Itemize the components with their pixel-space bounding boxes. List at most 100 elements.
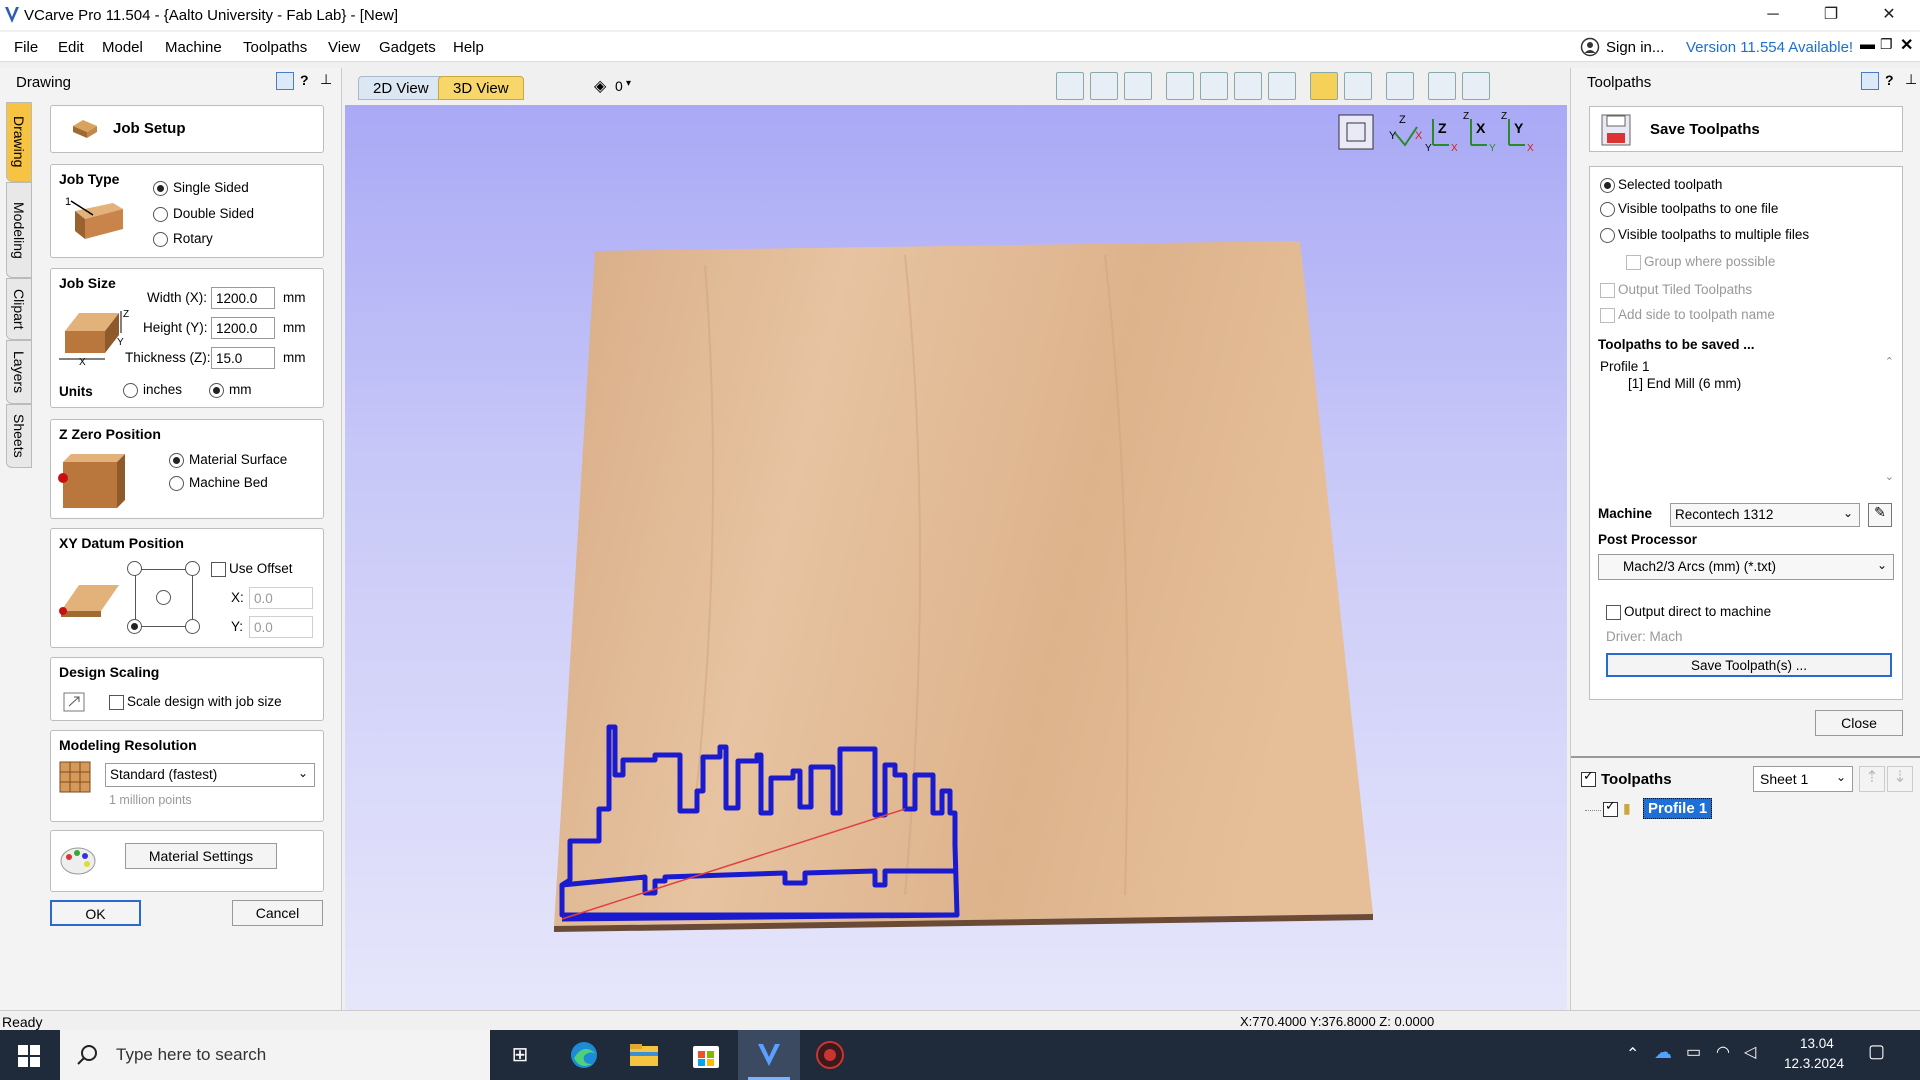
onedrive-icon[interactable]: ☁ [1654,1042,1672,1063]
render-icon[interactable] [1386,72,1414,100]
view-orientation-controls[interactable]: Z Y X Z X Y X Z Y Z Y X [1338,111,1534,154]
tab-layers[interactable]: Layers [6,340,32,404]
zoom-selection-icon[interactable] [1268,72,1296,100]
scale-design-checkbox[interactable] [109,695,124,710]
close-button[interactable]: Close [1815,710,1903,736]
restore-button[interactable]: ❐ [1802,0,1860,30]
clock-date[interactable]: 12.3.2024 [1784,1056,1844,1071]
save-toolpaths-button[interactable]: Save Toolpath(s) ... [1606,653,1892,677]
iso-view-axes[interactable] [1394,126,1418,147]
resolution-select[interactable]: Standard (fastest) ⌄ [105,763,315,787]
tab-drawing[interactable]: Drawing [6,102,32,182]
datum-center-radio[interactable] [156,590,171,605]
mdi-restore-icon[interactable]: ❐ [1880,36,1893,53]
menu-gadgets[interactable]: Gadgets [379,39,436,56]
edit-machine-icon[interactable]: ✎ [1868,503,1892,527]
version-available-link[interactable]: Version 11.554 Available! [1686,39,1853,56]
tab-3d-view[interactable]: 3D View [438,76,524,100]
clock-time[interactable]: 13.04 [1800,1036,1834,1051]
height-input[interactable] [211,317,275,339]
mdi-close-icon[interactable]: ✕ [1900,35,1913,55]
to-be-saved-list[interactable]: Profile 1 [1] End Mill (6 mm) ⌃ ⌄ [1598,355,1894,483]
split-horizontal-icon[interactable] [1428,72,1456,100]
shading-dropdown-icon[interactable]: ▾ [626,78,631,89]
add-side-checkbox[interactable] [1600,308,1615,323]
split-vertical-icon[interactable] [1462,72,1490,100]
job-type-single-radio[interactable] [153,181,168,196]
material-settings-button[interactable]: Material Settings [125,843,277,869]
z-zero-bed-radio[interactable] [169,476,184,491]
menu-file[interactable]: File [14,39,38,56]
menu-edit[interactable]: Edit [58,39,84,56]
app-red-circle-icon[interactable] [812,1038,848,1072]
sign-in-link[interactable]: Sign in... [1606,39,1664,56]
vcarve-taskbar-button[interactable] [738,1030,800,1080]
panel-auto-hide-icon[interactable] [1861,72,1879,90]
close-window-button[interactable]: ✕ [1860,0,1918,30]
battery-icon[interactable]: ▭ [1686,1042,1701,1062]
menu-model[interactable]: Model [102,39,143,56]
toolpath-item-profile[interactable]: Profile 1 [1643,798,1713,819]
zoom-extents-icon[interactable] [1056,72,1084,100]
panel-auto-hide-icon[interactable] [276,72,294,90]
help-icon[interactable]: ? [300,72,309,88]
scroll-down-icon[interactable]: ⌄ [1885,470,1894,483]
file-explorer-icon[interactable] [626,1038,662,1072]
shading-value[interactable]: 0 [615,78,623,94]
scroll-up-icon[interactable]: ⌃ [1885,355,1894,368]
pin-icon[interactable]: ⊥ [320,71,332,88]
grid-icon[interactable] [1124,72,1152,100]
menu-machine[interactable]: Machine [165,39,222,56]
zoom-in-icon[interactable] [1200,72,1228,100]
ok-button[interactable]: OK [50,900,141,926]
menu-toolpaths[interactable]: Toolpaths [243,39,307,56]
units-mm-radio[interactable] [209,383,224,398]
save-multiple-files-radio[interactable] [1600,228,1615,243]
zoom-box-icon[interactable] [1090,72,1118,100]
show-toolpaths-icon[interactable] [1310,72,1338,100]
menu-view[interactable]: View [328,39,360,56]
3d-viewport[interactable]: Z Y X Z X Y X Z Y Z Y X [345,105,1567,1010]
shading-icon[interactable]: ◈ [594,76,606,96]
tab-modeling[interactable]: Modeling [6,182,32,278]
wifi-icon[interactable]: ◠ [1716,1042,1730,1062]
save-selected-radio[interactable] [1600,178,1615,193]
taskbar-search-box[interactable]: Type here to search [60,1030,490,1080]
show-vectors-icon[interactable] [1344,72,1372,100]
tab-sheets[interactable]: Sheets [6,404,32,468]
output-tiled-checkbox[interactable] [1600,283,1615,298]
move-down-icon[interactable]: ⇣ [1887,766,1913,792]
view-fit-icon[interactable] [1338,114,1374,150]
microsoft-store-icon[interactable] [688,1038,724,1072]
datum-bottom-right-radio[interactable] [185,619,200,634]
volume-icon[interactable]: ◁ [1744,1042,1756,1062]
use-offset-checkbox[interactable] [211,562,226,577]
output-direct-checkbox[interactable] [1606,605,1621,620]
job-type-double-radio[interactable] [153,207,168,222]
datum-top-left-radio[interactable] [127,561,142,576]
cancel-button[interactable]: Cancel [232,900,323,926]
help-icon[interactable]: ? [1885,72,1894,88]
notifications-icon[interactable]: ▢ [1868,1041,1885,1062]
menu-help[interactable]: Help [453,39,484,56]
offset-y-input[interactable] [249,616,313,638]
z-zero-surface-radio[interactable] [169,453,184,468]
sheet-select[interactable]: Sheet 1 ⌄ [1753,766,1853,792]
pan-icon[interactable] [1166,72,1194,100]
thickness-input[interactable] [211,347,275,369]
mdi-minimize-icon[interactable]: ▬ [1860,36,1875,53]
post-processor-select[interactable]: Mach2/3 Arcs (mm) (*.txt) ⌄ [1598,554,1894,580]
3d-scene[interactable]: Z Y X Z X Y X Z Y Z Y X [345,105,1567,1010]
save-one-file-radio[interactable] [1600,202,1615,217]
edge-browser-icon[interactable] [566,1038,602,1072]
show-hidden-icons-icon[interactable]: ⌃ [1626,1044,1639,1064]
zoom-out-icon[interactable] [1234,72,1262,100]
task-view-icon[interactable]: ⊞ [502,1038,538,1072]
minimize-button[interactable]: ─ [1744,0,1802,30]
group-checkbox[interactable] [1626,255,1641,270]
tab-2d-view[interactable]: 2D View [358,76,444,100]
datum-top-right-radio[interactable] [185,561,200,576]
machine-select[interactable]: Recontech 1312 ⌄ [1670,503,1860,527]
offset-x-input[interactable] [249,587,313,609]
pin-icon[interactable]: ⊥ [1905,71,1917,88]
